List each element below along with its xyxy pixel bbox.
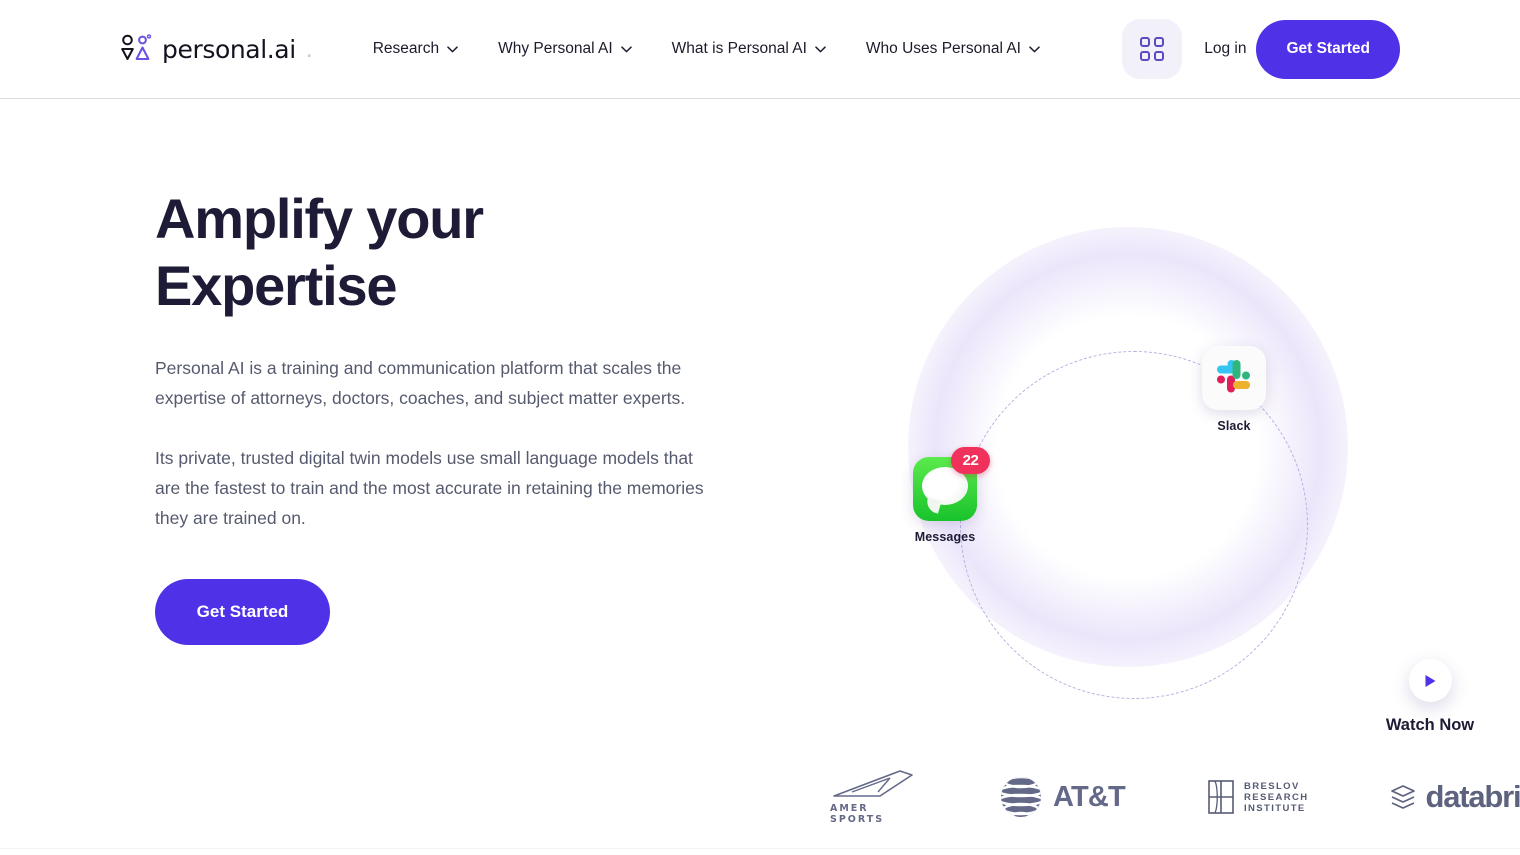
page-root: personal.ai . Research Why Personal AI W… [0, 0, 1520, 855]
brand-wordmark: personal.ai [162, 34, 296, 64]
slack-logo-icon [1217, 360, 1250, 393]
nav-item-who-uses-personal-ai[interactable]: Who Uses Personal AI [846, 30, 1060, 68]
notification-badge: 22 [951, 447, 990, 474]
orbit-app-messages[interactable]: 22 Messages [890, 447, 1000, 544]
logo-att: AT&T [998, 774, 1126, 820]
chevron-down-icon [1029, 45, 1040, 53]
breslov-book-icon [1208, 780, 1234, 814]
customer-logo-strip: AMER SPORTS AT&T BRESLOV RESEARCH INSTIT… [830, 765, 1520, 829]
nav-item-label: Who Uses Personal AI [865, 40, 1021, 57]
databricks-logo-icon [1391, 785, 1416, 809]
nav-item-what-is-personal-ai[interactable]: What is Personal AI [652, 30, 846, 68]
orbit-app-label: Messages [914, 530, 976, 544]
att-label: AT&T [1053, 780, 1126, 813]
hero-title-line-2: Expertise [155, 254, 398, 318]
hero-copy: Amplify your Expertise Personal AI is a … [155, 185, 715, 646]
play-button-circle[interactable] [1408, 659, 1452, 702]
personal-ai-logomark-icon [120, 34, 152, 64]
brand-trailing-dot: . [305, 34, 313, 63]
hero-title-line-1: Amplify your [155, 187, 484, 250]
breslov-label: BRESLOV RESEARCH INSTITUTE [1244, 781, 1309, 814]
nav-item-research[interactable]: Research [353, 30, 478, 68]
logo-breslov-research-institute: BRESLOV RESEARCH INSTITUTE [1207, 778, 1309, 816]
watch-now-label: Watch Now [1385, 716, 1475, 734]
hero-paragraph-1: Personal AI is a training and communicat… [155, 358, 686, 409]
apps-grid-button[interactable] [1122, 19, 1183, 79]
databricks-label: databri [1425, 779, 1520, 814]
header-actions: Log in Get Started [1122, 19, 1400, 79]
hero-paragraph-2: Its private, trusted digital twin models… [155, 448, 704, 529]
grid-apps-icon [1140, 37, 1165, 61]
nav-item-label: What is Personal AI [671, 40, 807, 57]
chevron-down-icon [815, 45, 826, 53]
nav-item-label: Research [372, 40, 440, 57]
breslov-line-2: RESEARCH [1243, 791, 1309, 803]
amer-sports-label: AMER SPORTS [830, 803, 885, 825]
login-link[interactable]: Log in [1204, 40, 1246, 58]
slack-app-icon [1202, 346, 1266, 410]
brand-logo[interactable]: personal.ai . [120, 34, 313, 64]
amer-sports-logo-icon [833, 770, 913, 797]
get-started-button-hero[interactable]: Get Started [155, 579, 330, 646]
main-nav: Research Why Personal AI What is Persona… [353, 30, 1060, 68]
page-title: Amplify your Expertise [155, 185, 715, 319]
orbit-app-label: Slack [1217, 419, 1251, 433]
nav-item-label: Why Personal AI [498, 40, 613, 57]
play-icon [1425, 674, 1436, 687]
bottom-divider [0, 848, 1520, 849]
logo-databricks: databri [1390, 779, 1520, 815]
nav-item-why-personal-ai[interactable]: Why Personal AI [478, 30, 652, 68]
get-started-button-header[interactable]: Get Started [1256, 19, 1400, 79]
hero-section: Amplify your Expertise Personal AI is a … [0, 99, 1520, 855]
breslov-line-3: INSTITUTE [1243, 802, 1306, 814]
chevron-down-icon [447, 45, 458, 53]
site-header: personal.ai . Research Why Personal AI W… [0, 0, 1520, 99]
orbit-app-slack[interactable]: Slack [1179, 346, 1289, 433]
orbit-graphic: 22 Messages Slack [860, 179, 1520, 739]
logo-amer-sports: AMER SPORTS [830, 769, 916, 825]
chevron-down-icon [620, 45, 632, 53]
att-globe-icon [1001, 777, 1041, 817]
watch-now-button[interactable]: Watch Now [1385, 659, 1475, 735]
messages-app-icon: 22 [913, 447, 990, 521]
breslov-line-1: BRESLOV [1243, 780, 1300, 792]
